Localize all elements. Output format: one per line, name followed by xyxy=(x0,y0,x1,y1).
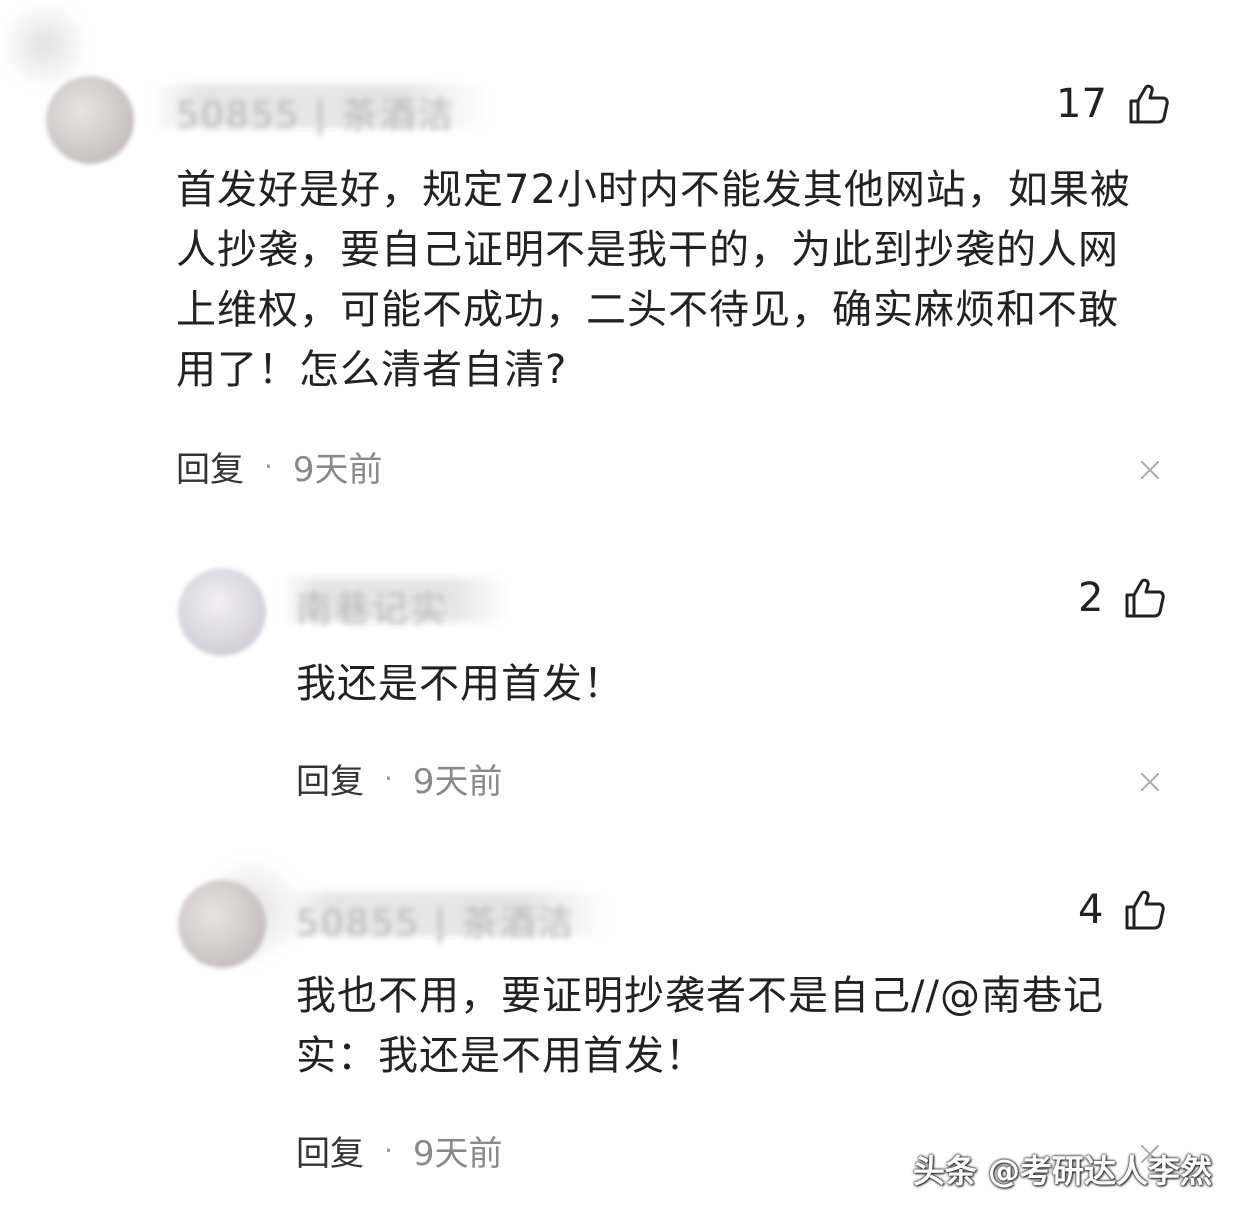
like-count: 4 xyxy=(1078,887,1104,933)
like-button[interactable]: 4 xyxy=(1078,884,1167,936)
comment-reply: 50855 | 茶酒洁 4 我也不用，要证明抄袭者不是自己//@南巷记 实：我还… xyxy=(0,0,1238,1190)
comment-meta: 回复 · 9天前 xyxy=(296,1126,503,1175)
username[interactable]: 50855 | 茶酒洁 xyxy=(296,894,576,946)
watermark: 头条 @考研达人李然 xyxy=(912,1152,1212,1190)
comment-text-line: 我也不用，要证明抄袭者不是自己//@南巷记 xyxy=(296,973,1104,1019)
comment-text-line: 实：我还是不用首发！ xyxy=(296,1033,706,1079)
comment-text: 我也不用，要证明抄袭者不是自己//@南巷记 实：我还是不用首发！ xyxy=(296,966,1166,1086)
thumbs-up-icon[interactable] xyxy=(1123,888,1167,932)
meta-separator: · xyxy=(384,1133,393,1167)
reply-button[interactable]: 回复 xyxy=(296,1126,364,1175)
avatar[interactable] xyxy=(178,880,266,968)
comment-time: 9天前 xyxy=(412,1133,503,1174)
